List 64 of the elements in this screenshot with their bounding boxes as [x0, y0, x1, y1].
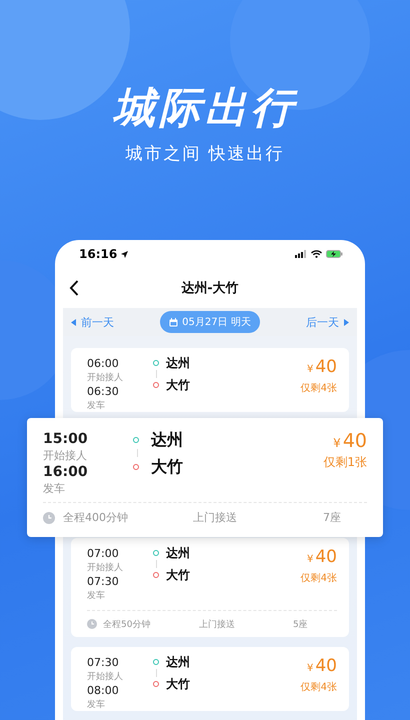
origin-dot-icon — [153, 360, 159, 366]
origin-station: 达州 — [166, 356, 190, 370]
pickup-time: 06:00 — [87, 356, 120, 372]
page-title: 城际出行 — [113, 84, 297, 132]
trip-duration: 全程400分钟 — [63, 510, 128, 525]
ticket-price: ¥40 — [306, 655, 337, 678]
pickup-label: 开始接人 — [87, 372, 124, 384]
origin-dot-icon — [153, 550, 159, 556]
trip-card[interactable]: 06:00 开始接人 06:30 发车 达州 大竹 ¥40 仅剩4张 — [71, 348, 349, 412]
destination-station: 大竹 — [166, 378, 190, 392]
pickup-time: 07:00 — [87, 546, 120, 562]
departure-label: 发车 — [87, 400, 106, 412]
pickup-time: 07:30 — [87, 655, 120, 671]
pickup-label: 开始接人 — [87, 671, 124, 683]
ticket-price: ¥40 — [333, 430, 367, 454]
tickets-remaining: 仅剩4张 — [300, 680, 337, 694]
pickup-time: 15:00 — [43, 430, 89, 448]
status-time: 16:16 — [79, 247, 118, 261]
route-title: 达州-大竹 — [181, 280, 239, 297]
service-type: 上门接送 — [193, 510, 238, 525]
pickup-label: 开始接人 — [87, 562, 124, 574]
tickets-remaining: 仅剩4张 — [300, 572, 337, 585]
origin-station: 达州 — [151, 430, 183, 449]
featured-trip-card[interactable]: 15:00 开始接人 16:00 发车 达州 大竹 ¥40 仅剩1张 全程400分钟 上门接送 7座 — [27, 418, 383, 537]
trip-card[interactable]: 07:00 开始接人 07:30 发车 达州 大竹 ¥40 仅剩4张 全程50分钟 上门接送 5座 — [71, 538, 349, 637]
departure-time: 08:00 — [87, 683, 120, 699]
origin-station: 达州 — [166, 655, 190, 669]
destination-station: 大竹 — [151, 457, 183, 476]
origin-station: 达州 — [166, 546, 190, 560]
departure-time: 16:00 — [43, 463, 89, 481]
location-arrow-icon — [121, 250, 128, 258]
destination-station: 大竹 — [166, 568, 190, 582]
seat-count: 5座 — [293, 618, 308, 630]
right-triangle-icon — [344, 318, 349, 326]
pickup-label: 开始接人 — [43, 448, 88, 463]
seat-count: 7座 — [323, 510, 341, 525]
departure-label: 发车 — [87, 699, 106, 711]
departure-time: 07:30 — [87, 574, 120, 590]
page-subtitle: 城市之间 快速出行 — [124, 143, 286, 165]
tickets-remaining: 仅剩1张 — [323, 454, 367, 471]
departure-label: 发车 — [87, 590, 106, 602]
left-triangle-icon — [71, 318, 76, 326]
wifi-icon — [311, 250, 322, 258]
clock-icon — [87, 619, 97, 629]
service-type: 上门接送 — [199, 618, 236, 630]
tickets-remaining: 仅剩4张 — [300, 382, 337, 395]
trip-duration: 全程50分钟 — [103, 618, 150, 630]
calendar-icon — [169, 318, 178, 326]
clock-icon — [43, 512, 55, 524]
departure-label: 发车 — [43, 481, 66, 496]
trip-card[interactable]: 07:30 开始接人 08:00 发车 达州 大竹 ¥40 仅剩4张 — [71, 647, 349, 711]
back-icon[interactable] — [69, 280, 79, 296]
origin-dot-icon — [133, 436, 139, 442]
departure-time: 06:30 — [87, 384, 120, 400]
destination-dot-icon — [153, 572, 159, 578]
destination-dot-icon — [153, 681, 159, 687]
ticket-price: ¥40 — [306, 356, 337, 379]
battery-icon — [326, 250, 343, 258]
destination-station: 大竹 — [166, 677, 190, 691]
signal-icon — [295, 250, 307, 258]
ticket-price: ¥40 — [306, 546, 337, 569]
destination-dot-icon — [153, 382, 159, 388]
destination-dot-icon — [133, 464, 139, 470]
origin-dot-icon — [153, 659, 159, 665]
